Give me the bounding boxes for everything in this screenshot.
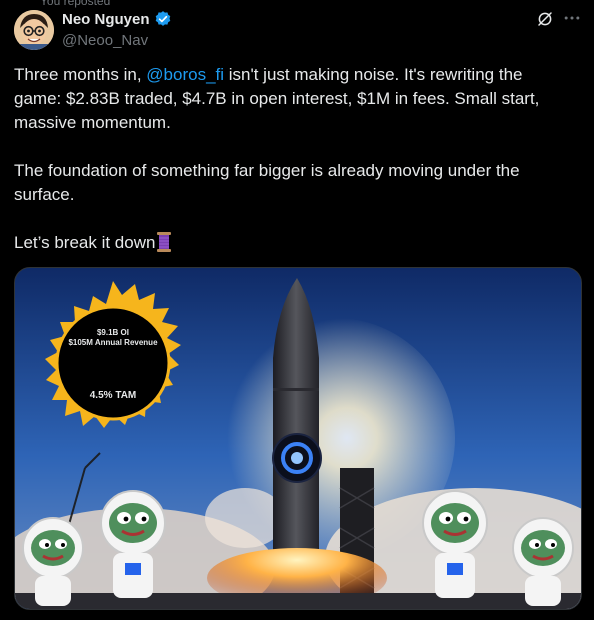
tweet-paragraph-3: Let’s break it down [14,231,574,255]
tweet-paragraph-2: The foundation of something far bigger i… [14,161,520,204]
tweet-text-segment: Three months in, [14,65,147,84]
sun-tam-label: 4.5% TAM [90,390,137,401]
sun-oi-label: $9.1B OI [97,328,129,337]
author-name[interactable]: Neo Nguyen [62,11,150,28]
more-icon[interactable] [562,8,582,28]
grok-icon[interactable] [536,10,554,28]
sun-revenue-label: $105M Annual Revenue [68,338,158,347]
tweet-text-segment: Let’s break it down [14,233,156,252]
mention-link[interactable]: @boros_fi [146,65,224,84]
tweet-paragraph-1: Three months in, @boros_fi isn't just ma… [14,63,574,135]
repost-label: You reposted [40,0,111,8]
author-row: Neo Nguyen [62,10,172,28]
tweet-text: Three months in, @boros_fi isn't just ma… [14,63,574,279]
avatar[interactable] [14,10,54,50]
author-handle[interactable]: @Neoo_Nav [62,32,148,49]
tweet-media-image[interactable]: $9.1B OI $105M Annual Revenue 4.5% TAM [14,267,582,610]
spool-emoji [157,232,172,252]
verified-badge-icon [155,11,170,26]
